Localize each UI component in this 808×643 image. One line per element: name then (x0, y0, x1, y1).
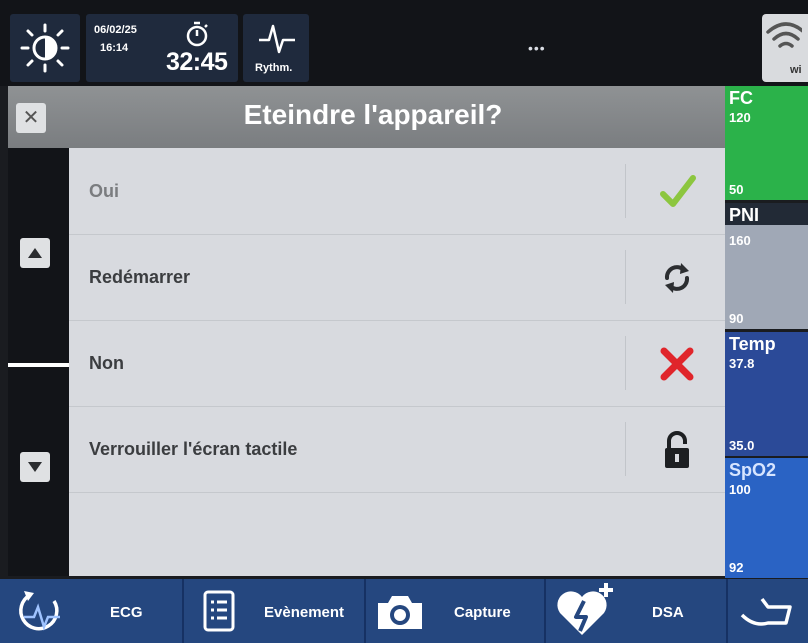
refresh-icon (664, 263, 690, 293)
vital-high-limit: 120 (729, 110, 751, 125)
vital-low-limit: 50 (729, 182, 744, 197)
cross-icon (660, 347, 694, 381)
ecg-label: ECG (110, 604, 143, 621)
date-display: 06/02/25 (94, 24, 137, 36)
event-label: Evènement (264, 604, 345, 621)
capture-label: Capture (454, 604, 511, 621)
ecg-icon (19, 591, 60, 631)
dialog-title: Eteindre l'appareil? (243, 99, 503, 130)
divider (625, 336, 626, 390)
dsa-label: DSA (652, 604, 684, 621)
vital-blood-pressure[interactable]: PNI 160 90 (725, 203, 808, 329)
vital-temperature[interactable]: Temp 37.8 35.0 (725, 332, 808, 456)
option-no[interactable]: Non (69, 320, 725, 407)
shutdown-dialog: ✕ Eteindre l'appareil? Oui Redémarrer No… (8, 86, 725, 576)
vital-high-limit: 37.8 (729, 356, 755, 371)
vital-name: Temp (729, 334, 776, 354)
event-button[interactable]: Evènement (184, 579, 366, 643)
action-bar: ECG Evènement Capture DSA (0, 579, 808, 643)
check-icon (660, 175, 696, 207)
option-label: Oui (89, 181, 119, 201)
option-label: Non (89, 353, 124, 373)
divider (625, 164, 626, 218)
vital-low-limit: 90 (729, 311, 744, 326)
triangle-up-icon (28, 248, 42, 258)
vital-name: PNI (725, 203, 808, 225)
defibrillator-heart-icon (557, 583, 613, 635)
scroll-up-button[interactable] (20, 238, 50, 268)
vital-high-limit: 160 (729, 233, 751, 248)
ecg-button[interactable]: ECG (0, 579, 184, 643)
divider (625, 250, 626, 304)
camera-icon (378, 596, 422, 629)
brightness-button[interactable] (10, 14, 80, 82)
option-yes[interactable]: Oui (69, 148, 725, 235)
dsa-button[interactable]: DSA (546, 579, 728, 643)
triangle-down-icon (28, 462, 42, 472)
option-lock-screen[interactable]: Verrouiller l'écran tactile (69, 406, 725, 493)
lock-icon (665, 431, 689, 468)
status-indicator: ••• (528, 40, 546, 56)
rhythm-label: Rythm. (255, 62, 293, 74)
scroll-down-button[interactable] (20, 452, 50, 482)
close-button[interactable]: ✕ (16, 103, 46, 133)
vital-low-limit: 35.0 (729, 438, 755, 453)
dialog-header: ✕ Eteindre l'appareil? (8, 86, 725, 148)
capture-button[interactable]: Capture (366, 579, 546, 643)
vital-high-limit: 100 (729, 482, 751, 497)
wifi-label: wi (790, 64, 802, 76)
heartbeat-wave-icon (259, 24, 295, 54)
patient-button[interactable] (728, 579, 808, 643)
brightness-icon (20, 23, 70, 73)
wifi-icon (766, 22, 806, 48)
datetime-timer-panel[interactable]: 06/02/25 16:14 32:45 (86, 14, 238, 82)
vital-name: FC (729, 88, 753, 108)
option-label: Verrouiller l'écran tactile (89, 439, 298, 459)
vital-spo2[interactable]: SpO2 100 92 (725, 458, 808, 578)
status-bar: 06/02/25 16:14 32:45 Rythm. ••• wi (0, 0, 808, 86)
option-restart[interactable]: Redémarrer (69, 234, 725, 321)
document-list-icon (203, 590, 235, 632)
stopwatch-icon (186, 21, 208, 47)
vital-heart-rate[interactable]: FC 120 50 (725, 86, 808, 200)
scroll-rail (8, 148, 69, 576)
divider (625, 422, 626, 476)
rhythm-button[interactable]: Rythm. (243, 14, 309, 82)
rail-divider (8, 363, 69, 367)
close-icon: ✕ (22, 107, 40, 129)
vital-name: SpO2 (729, 460, 777, 480)
time-display: 16:14 (100, 42, 129, 54)
option-label: Redémarrer (89, 267, 191, 287)
wifi-button[interactable]: wi (762, 14, 808, 82)
patient-hand-icon (740, 597, 792, 626)
vital-low-limit: 92 (729, 560, 744, 575)
elapsed-timer: 32:45 (166, 48, 228, 76)
options-list: Oui Redémarrer Non Verrouiller l'écran t… (69, 148, 725, 576)
